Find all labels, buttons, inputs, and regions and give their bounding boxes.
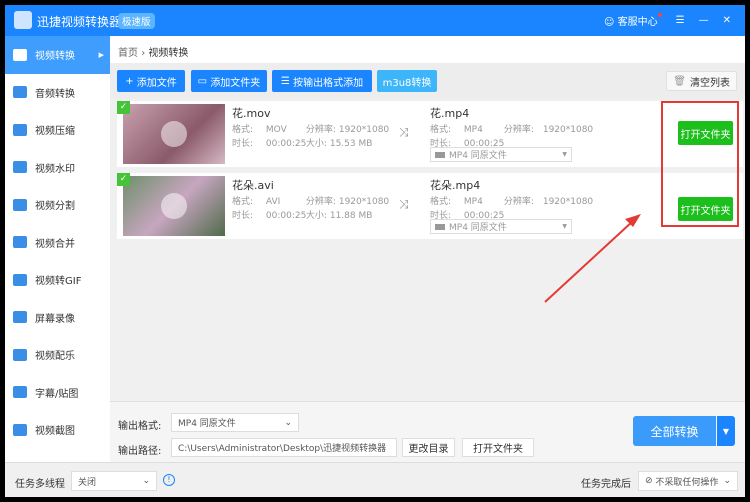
convert-all-button[interactable]: 全部转换 (633, 416, 716, 446)
open-folder-button[interactable]: 打开文件夹 (462, 438, 534, 457)
multithread-label: 任务多线程 (15, 479, 65, 490)
status-bar: 任务多线程 关闭 ⌄ ! 任务完成后 ⊘ 不采取任何操作 ⌄ (5, 462, 745, 497)
output-format-label: 输出格式: (118, 421, 162, 432)
after-task-value: 不采取任何操作 (655, 477, 719, 488)
output-settings-panel: 输出格式: MP4 同原文件 ⌄ 输出路径: C:\Users\Administr… (110, 401, 745, 462)
chevron-down-icon: ⌄ (723, 476, 731, 486)
after-task-select[interactable]: ⊘ 不采取任何操作 ⌄ (638, 471, 738, 491)
convert-options-dropdown[interactable]: ▼ (717, 416, 735, 446)
output-path-label: 输出路径: (118, 446, 162, 457)
output-format-value: MP4 同原文件 (178, 419, 236, 429)
caret-down-icon: ▼ (722, 426, 730, 436)
info-icon[interactable]: ! (163, 474, 175, 486)
ban-icon: ⊘ (645, 476, 656, 486)
chevron-down-icon: ⌄ (284, 417, 292, 428)
output-path-input[interactable]: C:\Users\Administrator\Desktop\迅捷视频转换器 (171, 438, 397, 457)
output-format-select[interactable]: MP4 同原文件 ⌄ (171, 413, 299, 432)
chevron-down-icon: ⌄ (142, 476, 150, 486)
after-task-label: 任务完成后 (581, 479, 631, 490)
app-window: 迅捷视频转换器 极速版 ☺ 客服中心 ☰ — ✕ 视频转换 ▶ 音频转换 视频压缩… (5, 5, 745, 497)
multithread-value: 关闭 (78, 477, 97, 488)
change-directory-button[interactable]: 更改目录 (402, 438, 455, 457)
multithread-select[interactable]: 关闭 ⌄ (71, 471, 157, 491)
